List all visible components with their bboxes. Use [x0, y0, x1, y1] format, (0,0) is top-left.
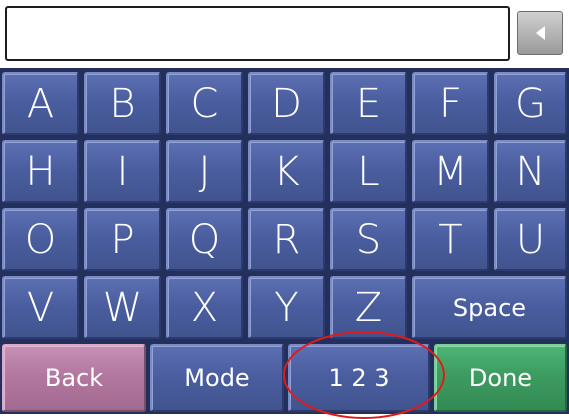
key-h[interactable]: H — [2, 140, 79, 203]
key-b[interactable]: B — [84, 72, 161, 135]
key-r[interactable]: R — [248, 208, 325, 271]
key-o[interactable]: O — [2, 208, 79, 271]
key-l[interactable]: L — [330, 140, 407, 203]
key-j[interactable]: J — [166, 140, 243, 203]
text-input-field[interactable] — [5, 6, 510, 61]
key-v[interactable]: V — [2, 276, 79, 339]
left-triangle-icon — [535, 26, 545, 40]
key-d[interactable]: D — [248, 72, 325, 135]
backspace-button[interactable] — [517, 11, 563, 55]
key-p[interactable]: P — [84, 208, 161, 271]
key-n[interactable]: N — [494, 140, 567, 203]
key-f[interactable]: F — [412, 72, 489, 135]
key-m[interactable]: M — [412, 140, 489, 203]
key-c[interactable]: C — [166, 72, 243, 135]
mode-button[interactable]: Mode — [150, 344, 284, 412]
space-key[interactable]: Space — [412, 276, 567, 339]
key-i[interactable]: I — [84, 140, 161, 203]
key-y[interactable]: Y — [248, 276, 325, 339]
key-k[interactable]: K — [248, 140, 325, 203]
key-q[interactable]: Q — [166, 208, 243, 271]
key-g[interactable]: G — [494, 72, 567, 135]
key-x[interactable]: X — [166, 276, 243, 339]
key-s[interactable]: S — [330, 208, 407, 271]
key-u[interactable]: U — [494, 208, 567, 271]
key-w[interactable]: W — [84, 276, 161, 339]
key-a[interactable]: A — [2, 72, 79, 135]
key-e[interactable]: E — [330, 72, 407, 135]
done-button[interactable]: Done — [434, 344, 567, 412]
numbers-button[interactable]: 1 2 3 — [288, 344, 430, 412]
key-z[interactable]: Z — [330, 276, 407, 339]
back-button[interactable]: Back — [2, 344, 146, 412]
key-t[interactable]: T — [412, 208, 489, 271]
